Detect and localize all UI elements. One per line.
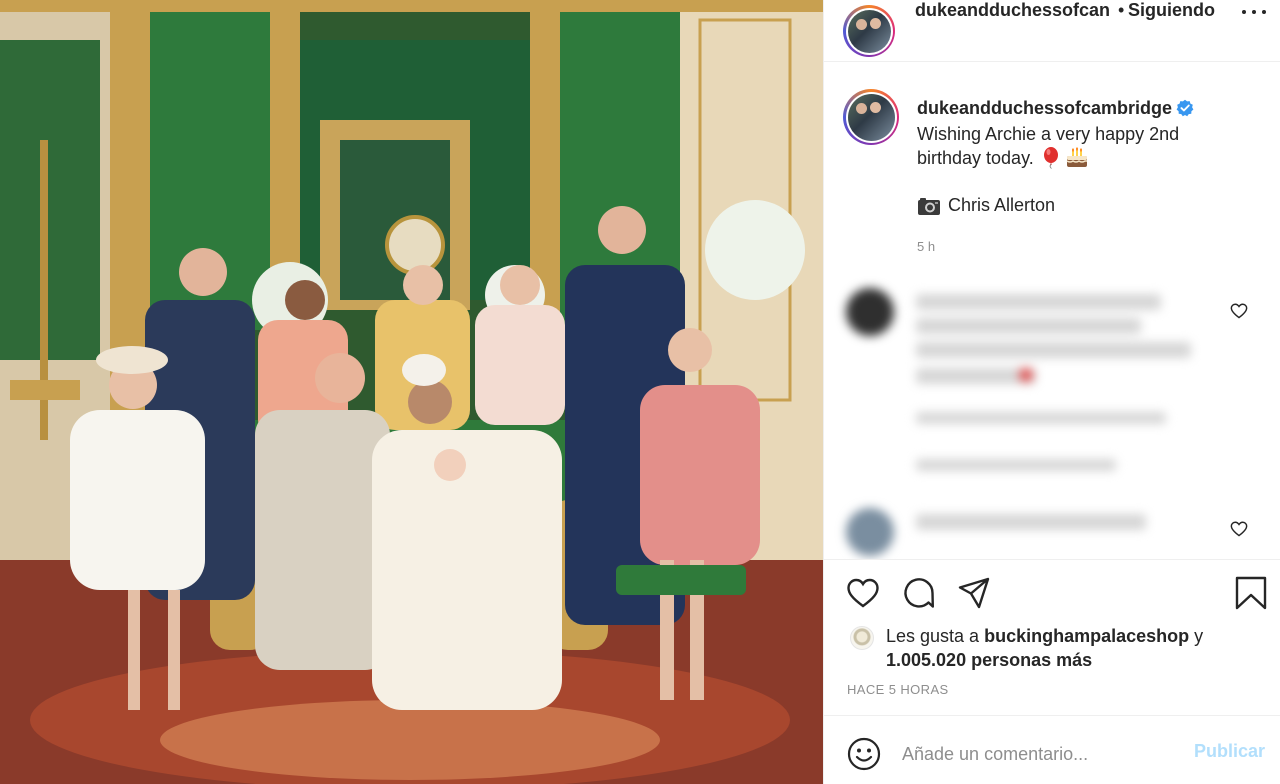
post-header: dukeandduchessofcan • Siguiendo: [824, 0, 1280, 62]
comment-input[interactable]: [902, 737, 1182, 771]
liker-username-link[interactable]: buckinghampalaceshop: [984, 626, 1189, 646]
comment-avatar: [846, 508, 894, 556]
post-actions: Les gusta a buckinghampalaceshop y 1.005…: [824, 559, 1280, 715]
following-button[interactable]: Siguiendo: [1128, 0, 1215, 21]
share-icon[interactable]: [957, 576, 991, 610]
publish-button[interactable]: Publicar: [1194, 741, 1265, 762]
likes-and: y: [1194, 626, 1204, 646]
likes-row: Les gusta a buckinghampalaceshop y 1.005…: [850, 624, 1203, 672]
header-separator: •: [1118, 0, 1125, 20]
comment-like-icon[interactable]: [1230, 521, 1248, 537]
family-portrait-image: [0, 0, 823, 784]
blurred-comments: [824, 62, 1280, 559]
header-username-link[interactable]: dukeandduchessofcan: [915, 0, 1110, 21]
comment-like-icon[interactable]: [1230, 303, 1248, 319]
emoji-picker-icon[interactable]: [847, 737, 881, 771]
comment-text-line: [916, 368, 1036, 384]
post-photo[interactable]: [0, 0, 823, 784]
likes-text: Les gusta a buckinghampalaceshop y 1.005…: [886, 624, 1203, 672]
bookmark-icon[interactable]: [1234, 576, 1268, 610]
comment-emoji: [1019, 368, 1033, 382]
comment-text-line: [916, 342, 1191, 358]
likes-count-link[interactable]: 1.005.020 personas más: [886, 650, 1092, 670]
comment-text-line: [916, 318, 1141, 334]
comment-text-line: [916, 294, 1161, 310]
comments-section: dukeandduchessofcambridge Wishing Archie…: [824, 62, 1280, 559]
header-avatar[interactable]: [843, 5, 895, 57]
more-options-icon[interactable]: [1242, 2, 1266, 22]
comment-meta: [916, 412, 1166, 424]
comment-replies: [916, 459, 1116, 471]
liker-avatar[interactable]: [850, 626, 874, 650]
heart-icon[interactable]: [846, 576, 880, 610]
comment-text-line: [916, 514, 1146, 530]
comment-icon[interactable]: [902, 576, 936, 610]
comment-avatar: [846, 288, 894, 336]
post-sidebar: dukeandduchessofcan • Siguiendo dukeandd…: [823, 0, 1280, 784]
likes-prefix: Les gusta a: [886, 626, 980, 646]
add-comment-bar: Publicar: [824, 715, 1280, 784]
post-date[interactable]: HACE 5 HORAS: [847, 682, 949, 697]
